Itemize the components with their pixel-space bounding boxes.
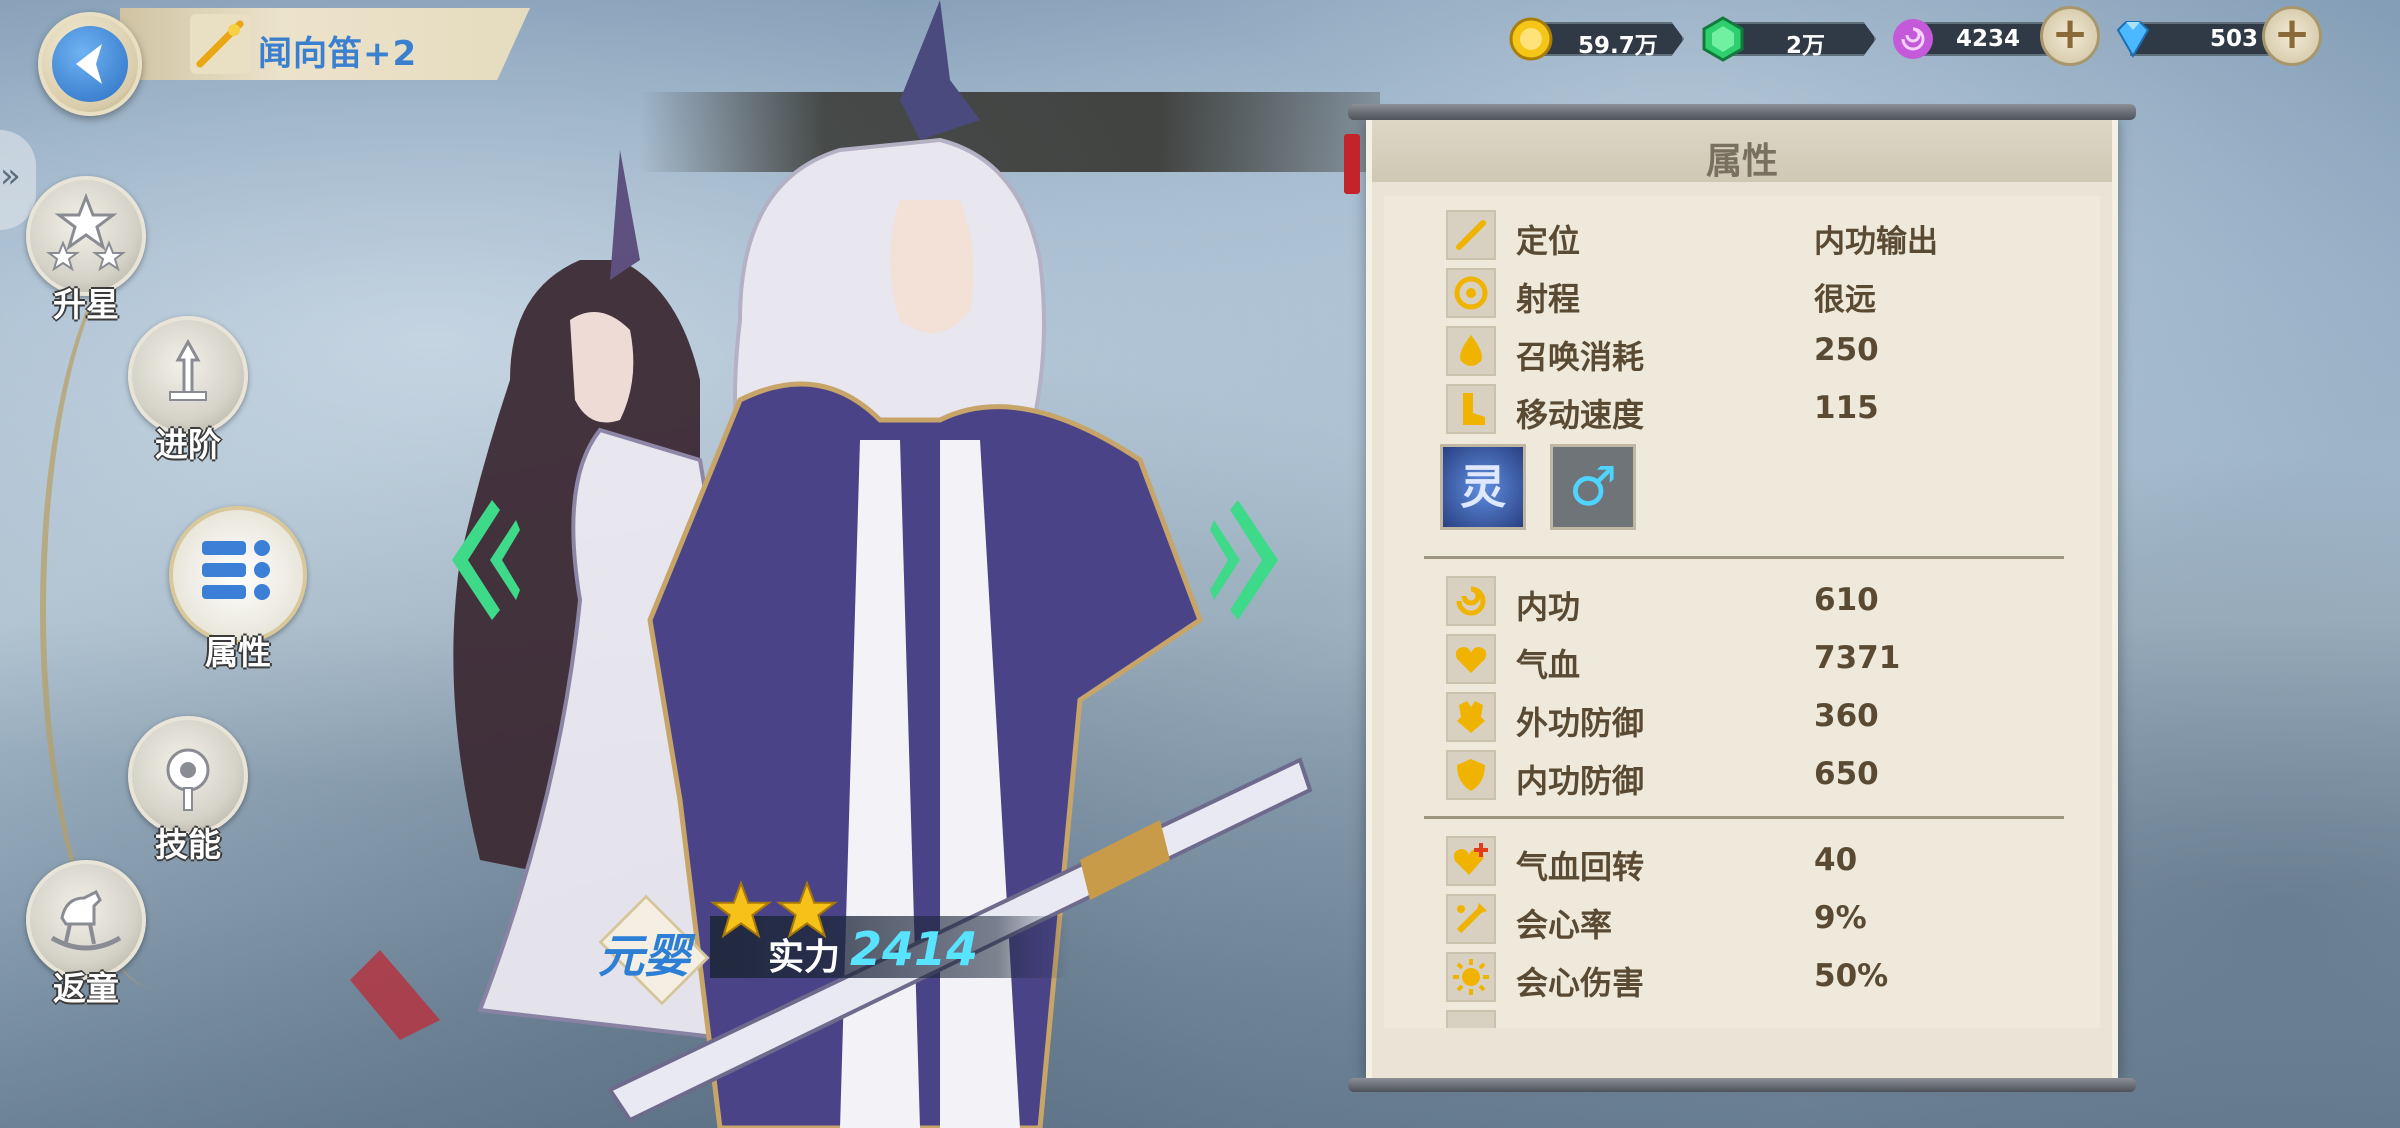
- hero-power: 元婴 实力 2414: [590, 880, 1110, 1006]
- attr-key: 气血回转: [1516, 848, 1645, 886]
- attr-value: 内功输出: [1814, 224, 1938, 260]
- attr-value: 250: [1814, 332, 1879, 368]
- attr-key: 气血: [1516, 646, 1581, 684]
- attr-key: 内功防御: [1516, 762, 1645, 800]
- attr-value: 650: [1814, 756, 1879, 792]
- attr-key: 会心率: [1516, 906, 1613, 944]
- next-hero-button[interactable]: [1208, 490, 1288, 630]
- crit-rate-icon: [1456, 903, 1487, 934]
- gender-badge[interactable]: ♂: [1550, 444, 1636, 530]
- attr-value: 115: [1814, 390, 1879, 426]
- pen-icon: [1456, 220, 1486, 250]
- attr-key: 会心伤害: [1516, 964, 1645, 1002]
- diamond-value: 503: [2210, 26, 2259, 52]
- attr-row-move-speed: 移动速度 115: [1384, 380, 2100, 436]
- resource-gold: 59.7万: [1508, 14, 1688, 64]
- attr-key: 外功防御: [1516, 704, 1645, 742]
- spirit-value: 4234: [1956, 26, 2021, 52]
- spirit-badge-icon: 灵: [1460, 460, 1506, 514]
- male-icon: ♂: [1568, 455, 1618, 518]
- gold-value: 59.7万: [1578, 33, 1658, 59]
- gold-coin-icon: [1509, 17, 1553, 61]
- spirit-badge[interactable]: 灵: [1440, 444, 1526, 530]
- purple-swirl-icon: [1893, 19, 1933, 59]
- attr-row-role: 定位 内功输出: [1384, 206, 2100, 262]
- tassel-decoration: [1344, 134, 1360, 194]
- swirl-icon: [1456, 586, 1486, 616]
- boot-icon: [1463, 393, 1485, 425]
- add-spirit-button[interactable]: +: [2040, 6, 2100, 66]
- panel-title: 属性: [1705, 141, 1778, 182]
- green-gem-icon: [1702, 16, 1744, 62]
- back-button[interactable]: [38, 12, 142, 116]
- attr-row-hp: 气血 7371: [1384, 630, 2100, 686]
- attribute-list[interactable]: 定位 内功输出 射程 很远 召唤消耗 250 移动速度 115 灵 ♂ 内功 6…: [1384, 196, 2100, 1028]
- scroll-rod-bottom: [1348, 1078, 2136, 1092]
- attr-key: 召唤消耗: [1516, 338, 1645, 376]
- attr-row-partial: [1384, 1006, 2100, 1028]
- jade-value: 2万: [1786, 33, 1826, 59]
- power-value: 2414: [850, 922, 979, 976]
- attribute-panel: 属性 定位 内功输出 射程 很远 召唤消耗 250 移动速度 115 灵 ♂ 内…: [1344, 104, 2136, 1094]
- attr-value: 很远: [1814, 282, 1876, 318]
- attr-value: 360: [1814, 698, 1879, 734]
- attr-row-crit-rate: 会心率 9%: [1384, 890, 2100, 946]
- attr-row-hp-regen: 气血回转 40: [1384, 832, 2100, 888]
- heart-icon: [1455, 647, 1487, 673]
- attr-row-inner-power: 内功 610: [1384, 572, 2100, 628]
- previous-hero-button[interactable]: [442, 490, 522, 630]
- attr-value: 40: [1814, 842, 1858, 878]
- rank-label: 元婴: [598, 929, 690, 983]
- panel-header: 属性: [1372, 120, 2112, 182]
- shield-icon: [1457, 759, 1485, 791]
- add-diamond-button[interactable]: +: [2262, 6, 2322, 66]
- attr-value: 50%: [1814, 958, 1889, 994]
- armor-icon: [1457, 701, 1485, 733]
- star-icon: [710, 880, 772, 939]
- attr-row-crit-damage: 会心伤害 50%: [1384, 948, 2100, 1004]
- power-label: 实力: [768, 937, 841, 978]
- attr-key: 内功: [1516, 588, 1581, 626]
- resource-jade: 2万: [1700, 14, 1880, 64]
- back-arrow-icon: [76, 44, 102, 84]
- attr-row-inner-defense: 内功防御 650: [1384, 746, 2100, 802]
- attr-key: 定位: [1516, 222, 1581, 260]
- stars-icon: [46, 192, 126, 272]
- attr-row-summon-cost: 召唤消耗 250: [1384, 322, 2100, 378]
- target-icon: [1454, 276, 1488, 310]
- attr-value: 610: [1814, 582, 1879, 618]
- sun-icon: [1453, 959, 1489, 995]
- attr-value: 7371: [1814, 640, 1901, 676]
- side-item-star-up[interactable]: 升星: [16, 176, 156, 326]
- divider: [1424, 816, 2064, 819]
- divider: [1424, 556, 2064, 559]
- attr-key: 移动速度: [1516, 396, 1645, 434]
- heart-plus-icon: [1453, 843, 1488, 875]
- side-item-rejuvenate[interactable]: 返童: [16, 860, 156, 1010]
- attr-row-outer-defense: 外功防御 360: [1384, 688, 2100, 744]
- drop-icon: [1460, 335, 1482, 366]
- scroll-rod-top: [1348, 104, 2136, 120]
- diamond-icon: [2116, 21, 2150, 59]
- attr-key: 射程: [1516, 280, 1581, 318]
- attr-row-range: 射程 很远: [1384, 264, 2100, 320]
- attr-value: 9%: [1814, 900, 1867, 936]
- side-item-label: 返童: [53, 969, 119, 1008]
- rocking-horse-icon: [50, 889, 122, 951]
